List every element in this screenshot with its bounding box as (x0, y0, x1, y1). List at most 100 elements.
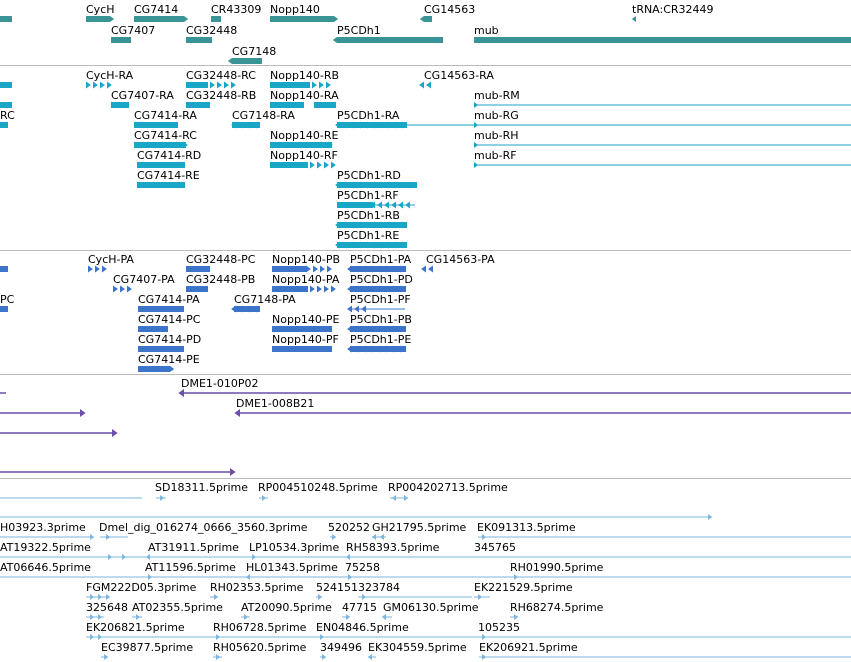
ests-label[interactable]: RH58393.5prime (346, 541, 440, 554)
ests-label[interactable]: 75258 (345, 561, 380, 574)
transcripts-label[interactable]: CycH-RA (86, 69, 134, 82)
ests-label[interactable]: EK206921.5prime (479, 641, 578, 654)
proteins-label[interactable]: Nopp140-PB (272, 253, 340, 266)
genes-label[interactable]: CG7407 (111, 24, 155, 37)
transcript-glyph[interactable] (137, 182, 185, 188)
transcript-glyph[interactable] (337, 182, 417, 188)
ests-label[interactable]: 524151 (316, 581, 358, 594)
transcript-glyph[interactable] (270, 162, 308, 168)
clones-label[interactable]: DME1-010P02 (181, 377, 259, 390)
proteins-label[interactable]: CG32448-PB (186, 273, 255, 286)
ests-label[interactable]: H03923.3prime (0, 521, 86, 534)
ests-label[interactable]: EK304559.5prime (368, 641, 467, 654)
protein-glyph[interactable] (138, 306, 184, 312)
ests-label[interactable]: 325648 (86, 601, 128, 614)
genes-label[interactable]: CG14563 (424, 3, 475, 16)
transcript-glyph[interactable] (337, 202, 373, 208)
transcripts-label[interactable]: P5CDh1-RB (337, 209, 400, 222)
transcripts-label[interactable]: Nopp140-RA (270, 89, 339, 102)
proteins-label[interactable]: CG7414-PD (138, 333, 201, 346)
transcripts-label[interactable]: Nopp140-RF (270, 149, 338, 162)
genes-label[interactable]: CR43309 (211, 3, 261, 16)
proteins-label[interactable]: CG7414-PE (138, 353, 200, 366)
transcript-glyph[interactable] (111, 102, 129, 108)
ests-label[interactable]: RP004202713.5prime (388, 481, 508, 494)
transcripts-label[interactable]: P5CDh1-RF (337, 189, 399, 202)
proteins-label[interactable]: CG14563-PA (426, 253, 495, 266)
proteins-label[interactable]: CycH-PA (88, 253, 134, 266)
transcripts-label[interactable]: mub-RH (474, 129, 519, 142)
protein-glyph[interactable] (272, 346, 332, 352)
proteins-label[interactable]: Nopp140-PF (272, 333, 339, 346)
proteins-label[interactable]: CG7414-PC (138, 313, 201, 326)
proteins-label[interactable]: CG7414-PA (138, 293, 200, 306)
transcripts-label[interactable]: CG7414-RA (134, 109, 197, 122)
ests-label[interactable]: RH05620.5prime (213, 641, 307, 654)
proteins-label[interactable]: P5CDh1-PA (350, 253, 412, 266)
transcripts-label[interactable]: CG7414-RD (137, 149, 201, 162)
transcripts-label[interactable]: CG32448-RB (186, 89, 256, 102)
protein-glyph[interactable] (272, 326, 332, 332)
ests-label[interactable]: RH06728.5prime (213, 621, 307, 634)
proteins-label[interactable]: P5CDh1-PE (350, 333, 411, 346)
transcripts-label[interactable]: CG32448-RC (186, 69, 256, 82)
ests-label[interactable]: EK206821.5prime (86, 621, 185, 634)
proteins-label[interactable]: PC (0, 293, 15, 306)
transcripts-label[interactable]: P5CDh1-RA (337, 109, 400, 122)
genes-label[interactable]: mub (474, 24, 499, 37)
ests-label[interactable]: AT11596.5prime (145, 561, 236, 574)
proteins-label[interactable]: CG7148-PA (234, 293, 296, 306)
genes-label[interactable]: CG7414 (134, 3, 178, 16)
transcripts-label[interactable]: CG7407-RA (111, 89, 174, 102)
gene-glyph[interactable] (134, 16, 184, 22)
ests-label[interactable]: AT31911.5prime (148, 541, 239, 554)
transcript-glyph[interactable] (0, 102, 12, 108)
proteins-label[interactable]: Nopp140-PE (272, 313, 340, 326)
genes-label[interactable]: CG32448 (186, 24, 237, 37)
protein-glyph[interactable] (272, 286, 308, 292)
ests-label[interactable]: EC39877.5prime (101, 641, 193, 654)
ests-label[interactable]: LP10534.3prime (249, 541, 340, 554)
clones-label[interactable]: DME1-008B21 (236, 397, 314, 410)
ests-label[interactable]: EK091313.5prime (477, 521, 576, 534)
ests-label[interactable]: AT06646.5prime (0, 561, 91, 574)
ests-label[interactable]: AT02355.5prime (132, 601, 223, 614)
transcripts-label[interactable]: CG7414-RC (134, 129, 197, 142)
transcripts-label[interactable]: mub-RM (474, 89, 520, 102)
protein-glyph[interactable] (138, 366, 170, 372)
transcripts-label[interactable]: CG7148-RA (232, 109, 295, 122)
proteins-label[interactable]: P5CDh1-PF (350, 293, 411, 306)
ests-label[interactable]: FGM222D05.3prime (86, 581, 197, 594)
ests-label[interactable]: HL01343.5prime (246, 561, 338, 574)
transcript-glyph[interactable] (186, 82, 208, 88)
transcript-glyph[interactable] (0, 122, 8, 128)
ests-label[interactable]: RH02353.5prime (210, 581, 304, 594)
proteins-label[interactable]: Nopp140-PA (272, 273, 340, 286)
ests-label[interactable]: Dmel_dig_016274_0666_3560.3prime (99, 521, 308, 534)
gene-glyph[interactable] (424, 16, 432, 22)
protein-glyph[interactable] (0, 266, 8, 272)
transcripts-label[interactable]: P5CDh1-RE (337, 229, 399, 242)
genes-label[interactable]: CG7148 (232, 45, 276, 58)
ests-label[interactable]: GM06130.5prime (383, 601, 479, 614)
protein-glyph[interactable] (138, 326, 168, 332)
protein-glyph[interactable] (272, 266, 306, 272)
ests-label[interactable]: EN04846.5prime (316, 621, 409, 634)
ests-label[interactable]: GH21795.5prime (372, 521, 467, 534)
genes-label[interactable]: P5CDh1 (337, 24, 381, 37)
genes-label[interactable]: tRNA:CR32449 (632, 3, 714, 16)
ests-label[interactable]: RH01990.5prime (510, 561, 604, 574)
gene-glyph[interactable] (186, 37, 212, 43)
proteins-label[interactable]: P5CDh1-PB (350, 313, 412, 326)
proteins-label[interactable]: CG32448-PC (186, 253, 256, 266)
genes-label[interactable]: Nopp140 (270, 3, 320, 16)
gene-glyph[interactable] (337, 37, 443, 43)
genes-label[interactable]: CycH (86, 3, 115, 16)
gene-glyph[interactable] (0, 16, 12, 22)
proteins-label[interactable]: CG7407-PA (113, 273, 175, 286)
ests-label[interactable]: EK221529.5prime (474, 581, 573, 594)
transcript-glyph[interactable] (134, 122, 178, 128)
transcripts-label[interactable]: Nopp140-RE (270, 129, 339, 142)
ests-label[interactable]: 105235 (478, 621, 520, 634)
ests-label[interactable]: 47715 (342, 601, 377, 614)
